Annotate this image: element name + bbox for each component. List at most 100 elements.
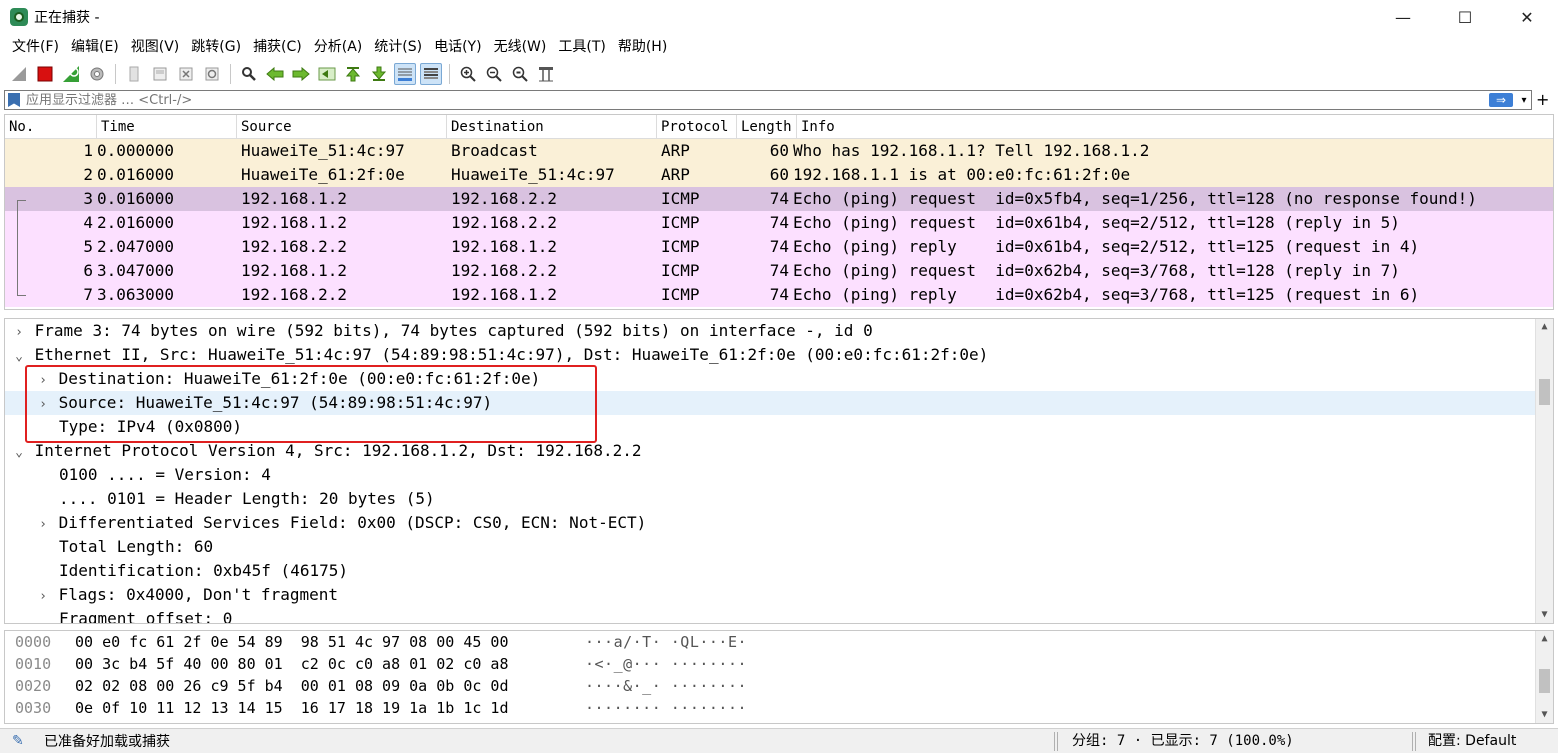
start-capture-icon[interactable]: [8, 63, 30, 85]
detail-ip-fragment-offset[interactable]: Fragment offset: 0: [5, 607, 1553, 623]
normal-size-icon[interactable]: [509, 63, 531, 85]
status-profile[interactable]: 配置: Default: [1428, 729, 1516, 754]
open-file-icon[interactable]: [123, 63, 145, 85]
column-header-info[interactable]: Info: [797, 115, 1553, 138]
capture-options-gear-icon[interactable]: [86, 63, 108, 85]
scroll-up-arrow-icon[interactable]: ▲: [1536, 319, 1553, 335]
detail-frame[interactable]: › Frame 3: 74 bytes on wire (592 bits), …: [5, 319, 1553, 343]
menu-telephony[interactable]: 电话(Y): [428, 34, 487, 60]
apply-filter-arrow-icon[interactable]: ⇒: [1489, 93, 1513, 107]
zoom-in-icon[interactable]: [457, 63, 479, 85]
menu-capture[interactable]: 捕获(C): [247, 34, 308, 60]
detail-ip-dsfield[interactable]: › Differentiated Services Field: 0x00 (D…: [5, 511, 1553, 535]
detail-ip-version[interactable]: 0100 .... = Version: 4: [5, 463, 1553, 487]
detail-ip-identification[interactable]: Identification: 0xb45f (46175): [5, 559, 1553, 583]
column-header-protocol[interactable]: Protocol: [657, 115, 737, 138]
menu-file[interactable]: 文件(F): [6, 34, 65, 60]
bytes-row[interactable]: 0010 00 3c b4 5f 40 00 80 01 c2 0c c0 a8…: [5, 653, 1553, 675]
packet-time: 0.000000: [97, 141, 175, 160]
menu-tools[interactable]: 工具(T): [552, 34, 611, 60]
expand-arrow-icon[interactable]: ›: [37, 585, 49, 609]
detail-ethernet[interactable]: ⌄ Ethernet II, Src: HuaweiTe_51:4c:97 (5…: [5, 343, 1553, 367]
collapse-arrow-icon[interactable]: ⌄: [13, 345, 25, 369]
detail-eth-destination[interactable]: › Destination: HuaweiTe_61:2f:0e (00:e0:…: [5, 367, 1553, 391]
packet-source: 192.168.1.2: [241, 213, 347, 232]
bytes-row[interactable]: 0020 02 02 08 00 26 c9 5f b4 00 01 08 09…: [5, 675, 1553, 697]
menu-edit[interactable]: 编辑(E): [65, 34, 125, 60]
stop-capture-icon[interactable]: [34, 63, 56, 85]
menu-analyze[interactable]: 分析(A): [308, 34, 369, 60]
go-to-packet-icon[interactable]: [316, 63, 338, 85]
display-filter-input[interactable]: [26, 91, 1489, 109]
detail-eth-type[interactable]: Type: IPv4 (0x0800): [5, 415, 1553, 439]
filter-bookmark-icon[interactable]: [8, 93, 20, 107]
column-header-time[interactable]: Time: [97, 115, 237, 138]
filter-history-dropdown-icon[interactable]: ▾: [1517, 95, 1531, 106]
scrollbar-thumb[interactable]: [1539, 379, 1550, 405]
save-file-icon[interactable]: [149, 63, 171, 85]
close-file-icon[interactable]: [175, 63, 197, 85]
detail-text: Type: IPv4 (0x0800): [59, 417, 243, 436]
bytes-row[interactable]: 0000 00 e0 fc 61 2f 0e 54 89 98 51 4c 97…: [5, 631, 1553, 653]
restart-capture-icon[interactable]: [60, 63, 82, 85]
colorize-packet-list-icon[interactable]: [420, 63, 442, 85]
detail-ipv4[interactable]: ⌄ Internet Protocol Version 4, Src: 192.…: [5, 439, 1553, 463]
zoom-out-icon[interactable]: [483, 63, 505, 85]
reload-file-icon[interactable]: [201, 63, 223, 85]
expert-info-icon[interactable]: ✎: [12, 733, 28, 749]
packet-row[interactable]: 6 3.047000 192.168.1.2 192.168.2.2 ICMP …: [5, 259, 1553, 283]
minimize-button[interactable]: —: [1372, 0, 1434, 34]
bytes-offset: 0030: [15, 699, 52, 717]
packet-row[interactable]: 2 0.016000 HuaweiTe_61:2f:0e HuaweiTe_51…: [5, 163, 1553, 187]
find-packet-icon[interactable]: [238, 63, 260, 85]
scroll-down-arrow-icon[interactable]: ▼: [1536, 707, 1553, 723]
close-button[interactable]: ✕: [1496, 0, 1558, 34]
expand-arrow-icon[interactable]: ›: [37, 369, 49, 393]
menu-view[interactable]: 视图(V): [125, 34, 186, 60]
menu-wireless[interactable]: 无线(W): [488, 34, 553, 60]
expand-arrow-icon[interactable]: ›: [37, 513, 49, 537]
detail-ip-total-length[interactable]: Total Length: 60: [5, 535, 1553, 559]
packet-row-selected[interactable]: 3 0.016000 192.168.1.2 192.168.2.2 ICMP …: [5, 187, 1553, 211]
go-forward-arrow-icon[interactable]: [290, 63, 312, 85]
packet-info: 192.168.1.1 is at 00:e0:fc:61:2f:0e: [793, 165, 1131, 184]
menu-help[interactable]: 帮助(H): [612, 34, 673, 60]
details-scrollbar[interactable]: ▲ ▼: [1535, 319, 1553, 623]
detail-ip-header-length[interactable]: .... 0101 = Header Length: 20 bytes (5): [5, 487, 1553, 511]
menu-go[interactable]: 跳转(G): [185, 34, 247, 60]
packet-length: 74: [769, 285, 789, 304]
auto-scroll-icon[interactable]: [394, 63, 416, 85]
resize-columns-icon[interactable]: [535, 63, 557, 85]
collapse-arrow-icon[interactable]: ⌄: [13, 441, 25, 465]
column-header-destination[interactable]: Destination: [447, 115, 657, 138]
detail-eth-source[interactable]: › Source: HuaweiTe_51:4c:97 (54:89:98:51…: [5, 391, 1553, 415]
last-packet-icon[interactable]: [368, 63, 390, 85]
add-filter-button[interactable]: +: [1536, 90, 1549, 110]
scrollbar-thumb[interactable]: [1539, 669, 1550, 693]
expand-arrow-icon[interactable]: ›: [13, 321, 25, 345]
first-packet-icon[interactable]: [342, 63, 364, 85]
packet-row[interactable]: 1 0.000000 HuaweiTe_51:4c:97 Broadcast A…: [5, 139, 1553, 163]
packet-row[interactable]: 7 3.063000 192.168.2.2 192.168.1.2 ICMP …: [5, 283, 1553, 307]
packet-list-header: No. Time Source Destination Protocol Len…: [5, 115, 1553, 139]
bytes-ascii: ····&·_· ········: [585, 677, 748, 695]
go-back-arrow-icon[interactable]: [264, 63, 286, 85]
packet-details-pane: › Frame 3: 74 bytes on wire (592 bits), …: [4, 318, 1554, 624]
packet-protocol: ICMP: [661, 285, 700, 304]
menu-statistics[interactable]: 统计(S): [368, 34, 428, 60]
bytes-scrollbar[interactable]: ▲ ▼: [1535, 631, 1553, 723]
packet-row[interactable]: 5 2.047000 192.168.2.2 192.168.1.2 ICMP …: [5, 235, 1553, 259]
expand-arrow-icon[interactable]: ›: [37, 393, 49, 417]
maximize-button[interactable]: ☐: [1434, 0, 1496, 34]
column-header-no[interactable]: No.: [5, 115, 97, 138]
packet-source: 192.168.2.2: [241, 285, 347, 304]
bytes-row[interactable]: 0030 0e 0f 10 11 12 13 14 15 16 17 18 19…: [5, 697, 1553, 719]
packet-protocol: ICMP: [661, 213, 700, 232]
column-header-source[interactable]: Source: [237, 115, 447, 138]
window-title: 正在捕获 -: [34, 10, 100, 26]
column-header-length[interactable]: Length: [737, 115, 797, 138]
detail-ip-flags[interactable]: › Flags: 0x4000, Don't fragment: [5, 583, 1553, 607]
packet-row[interactable]: 4 2.016000 192.168.1.2 192.168.2.2 ICMP …: [5, 211, 1553, 235]
scroll-down-arrow-icon[interactable]: ▼: [1536, 607, 1553, 623]
scroll-up-arrow-icon[interactable]: ▲: [1536, 631, 1553, 647]
